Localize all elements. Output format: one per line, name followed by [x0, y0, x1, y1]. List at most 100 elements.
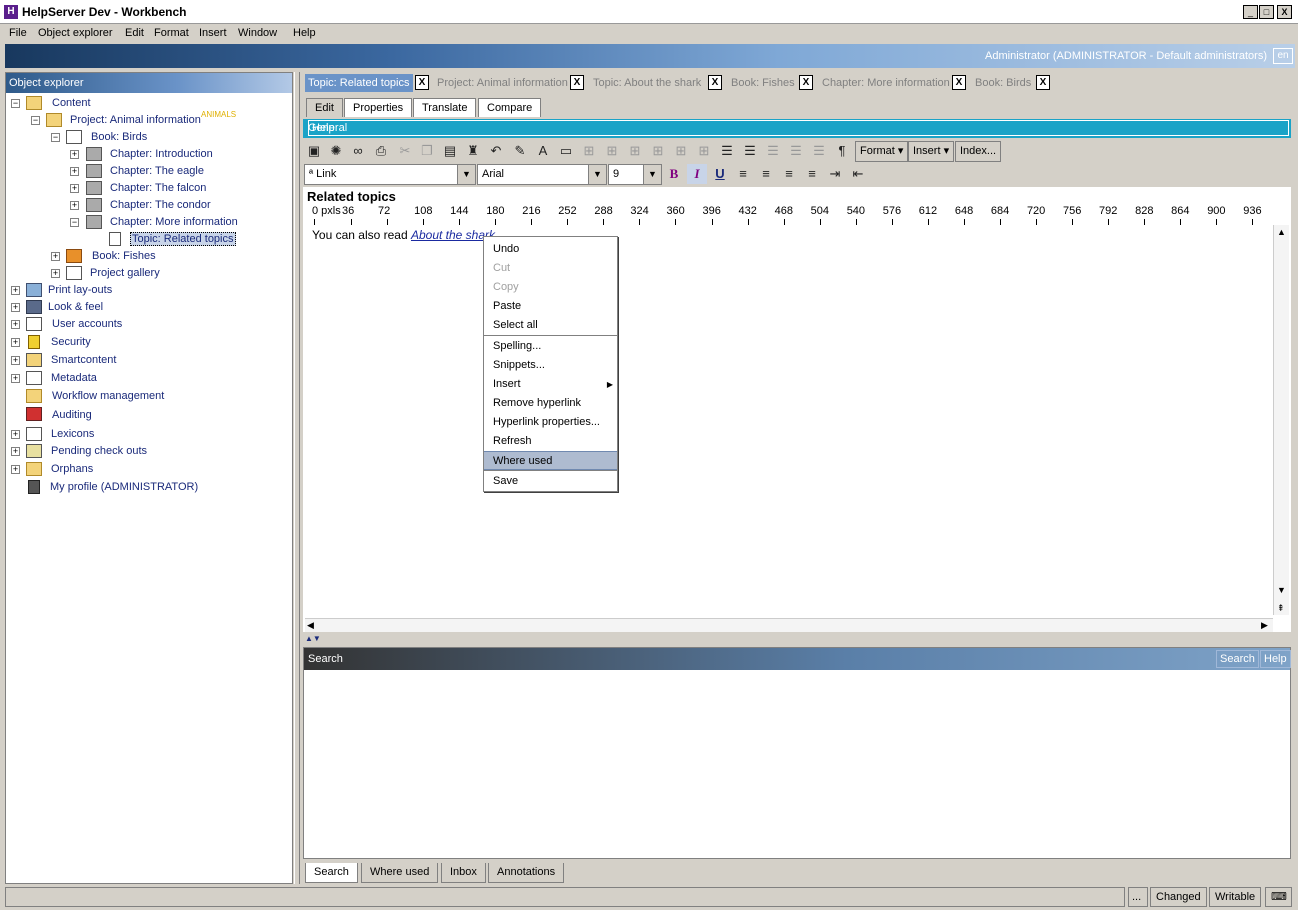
menu-item-where-used[interactable]: Where used: [484, 451, 617, 470]
maximize-button[interactable]: □: [1259, 5, 1274, 19]
scroll-right-icon[interactable]: ▶: [1261, 620, 1268, 631]
horizontal-scrollbar[interactable]: ◀ ▶: [305, 618, 1273, 632]
menu-item-spelling[interactable]: Spelling...: [484, 337, 617, 356]
tree-item-book-birds[interactable]: Book: Birds: [91, 131, 147, 143]
undo-icon[interactable]: ↶: [486, 141, 506, 161]
expand-icon[interactable]: +: [70, 167, 79, 176]
collapse-icon[interactable]: −: [31, 116, 40, 125]
table-op-icon[interactable]: ⊞: [671, 141, 691, 161]
copy-icon[interactable]: ❐: [417, 141, 437, 161]
tree-item-lexicons[interactable]: Lexicons: [51, 428, 94, 440]
tree-item-chapter-condor[interactable]: Chapter: The condor: [110, 199, 211, 211]
bold-button[interactable]: B: [664, 164, 684, 184]
menu-item-insert[interactable]: Insert ▶: [484, 375, 617, 394]
expand-icon[interactable]: +: [11, 465, 20, 474]
menu-item-remove-hyperlink[interactable]: Remove hyperlink: [484, 394, 617, 413]
tab-topic-shark[interactable]: Topic: About the shark: [593, 74, 701, 92]
table-op-icon[interactable]: ⊞: [625, 141, 645, 161]
close-tab-icon[interactable]: X: [415, 75, 429, 90]
expand-icon[interactable]: +: [70, 201, 79, 210]
tree-item-content[interactable]: Content: [52, 97, 91, 109]
expand-icon[interactable]: +: [70, 150, 79, 159]
tree-item-topic-related[interactable]: Topic: Related topics: [130, 232, 236, 246]
tab-edit[interactable]: Edit: [306, 98, 343, 117]
menu-insert[interactable]: Insert: [199, 27, 227, 39]
expand-icon[interactable]: +: [51, 252, 60, 261]
cut-icon[interactable]: ✂: [395, 141, 415, 161]
bullet-list-icon[interactable]: ☰: [740, 141, 760, 161]
scroll-left-icon[interactable]: ◀: [307, 620, 314, 631]
align-center-icon[interactable]: ≡: [756, 164, 776, 184]
size-select[interactable]: 9 ▼: [608, 164, 662, 185]
print-icon[interactable]: ⎙: [371, 141, 391, 161]
tree-item-pending-checkouts[interactable]: Pending check outs: [51, 445, 147, 457]
minimize-button[interactable]: _: [1243, 5, 1258, 19]
text-style-icon[interactable]: A: [533, 141, 553, 161]
menu-item-select-all[interactable]: Select all: [484, 316, 617, 335]
numbered-list-icon[interactable]: ☰: [717, 141, 737, 161]
font-select[interactable]: Arial ▼: [477, 164, 607, 185]
menu-item-save[interactable]: Save: [484, 472, 617, 491]
expand-icon[interactable]: +: [11, 430, 20, 439]
index-button[interactable]: Index...: [955, 141, 1002, 162]
expand-icon[interactable]: +: [11, 303, 20, 312]
refresh-icon[interactable]: ✺: [326, 141, 346, 161]
vertical-scrollbar[interactable]: ▲ ▼ ⇞: [1273, 225, 1289, 615]
table-op-icon[interactable]: ⊞: [648, 141, 668, 161]
close-tab-icon[interactable]: X: [1036, 75, 1050, 90]
italic-button[interactable]: I: [687, 164, 707, 184]
table-op-icon[interactable]: ⊞: [602, 141, 622, 161]
menu-file[interactable]: File: [9, 27, 27, 39]
menu-item-paste[interactable]: Paste: [484, 297, 617, 316]
menu-edit[interactable]: Edit: [125, 27, 144, 39]
collapse-icon[interactable]: −: [70, 218, 79, 227]
tab-annotations[interactable]: Annotations: [488, 863, 565, 883]
tab-where-used[interactable]: Where used: [361, 863, 439, 883]
scroll-top-icon[interactable]: ⇞: [1277, 603, 1285, 614]
menu-object-explorer[interactable]: Object explorer: [38, 27, 113, 39]
save-icon[interactable]: ▣: [304, 141, 324, 161]
search-button[interactable]: Search: [1216, 650, 1259, 668]
indent-icon[interactable]: ⇥: [825, 164, 845, 184]
table-op-icon[interactable]: ⊞: [579, 141, 599, 161]
tab-project-animal[interactable]: Project: Animal information: [437, 74, 568, 92]
tab-chapter-more-info[interactable]: Chapter: More information: [822, 74, 950, 92]
expand-icon[interactable]: +: [11, 320, 20, 329]
menu-item-undo[interactable]: Undo: [484, 240, 617, 259]
search-help-button[interactable]: Help: [1260, 650, 1291, 668]
list-op-icon[interactable]: ☰: [763, 141, 783, 161]
paste-icon[interactable]: ▤: [440, 141, 460, 161]
tab-book-fishes[interactable]: Book: Fishes: [731, 74, 795, 92]
underline-button[interactable]: U: [710, 164, 730, 184]
tab-search[interactable]: Search: [305, 863, 358, 883]
expand-icon[interactable]: +: [11, 356, 20, 365]
expand-icon[interactable]: +: [70, 184, 79, 193]
justify-icon[interactable]: ≡: [802, 164, 822, 184]
tree-item-project[interactable]: Project: Animal information: [70, 114, 201, 126]
collapse-icon[interactable]: −: [51, 133, 60, 142]
find-icon[interactable]: ♜: [463, 141, 483, 161]
tab-book-birds[interactable]: Book: Birds: [975, 74, 1031, 92]
scroll-up-icon[interactable]: ▲: [1277, 227, 1286, 237]
tree-item-metadata[interactable]: Metadata: [51, 372, 97, 384]
table-icon[interactable]: ▭: [556, 141, 576, 161]
align-left-icon[interactable]: ≡: [733, 164, 753, 184]
highlight-icon[interactable]: ✎: [510, 141, 530, 161]
close-window-button[interactable]: X: [1277, 5, 1292, 19]
editor-content[interactable]: You can also read About the shark: [312, 228, 495, 242]
style-select[interactable]: ª Link ▼: [304, 164, 476, 185]
tree-item-my-profile[interactable]: My profile (ADMINISTRATOR): [50, 481, 198, 493]
menu-item-copy[interactable]: Copy: [484, 278, 617, 297]
tab-compare[interactable]: Compare: [478, 98, 542, 117]
tree-item-workflow[interactable]: Workflow management: [52, 390, 164, 402]
expand-icon[interactable]: +: [51, 269, 60, 278]
menu-item-refresh[interactable]: Refresh: [484, 432, 617, 451]
menu-format[interactable]: Format: [154, 27, 189, 39]
format-dropdown[interactable]: Format ▾: [855, 141, 909, 162]
collapse-icon[interactable]: −: [11, 99, 20, 108]
tree-item-security[interactable]: Security: [51, 336, 91, 348]
tree-item-print-layouts[interactable]: Print lay-outs: [48, 284, 112, 296]
tab-topic-related[interactable]: Topic: Related topics: [305, 74, 413, 92]
list-op-icon[interactable]: ☰: [786, 141, 806, 161]
menu-help[interactable]: Help: [293, 27, 316, 39]
